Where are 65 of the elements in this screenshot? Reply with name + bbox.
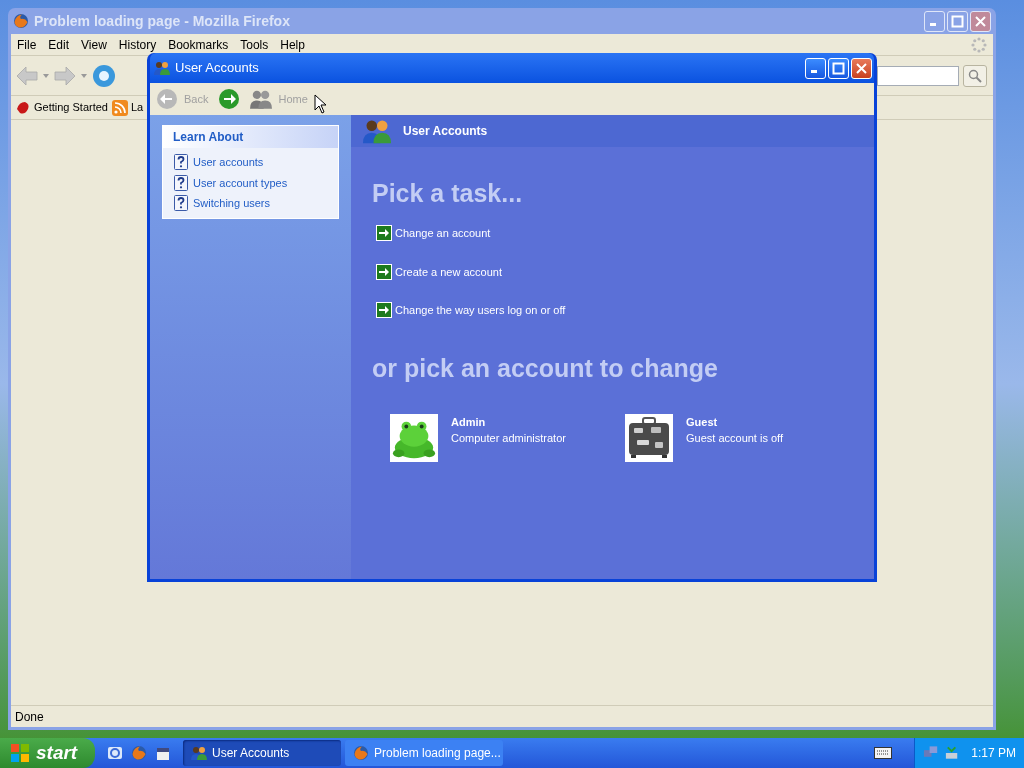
back-icon <box>156 88 178 110</box>
menu-item[interactable]: Tools <box>234 35 275 54</box>
help-link[interactable]: Switching users <box>193 195 271 212</box>
header-title: User Accounts <box>403 123 488 140</box>
help-link[interactable]: User accounts <box>193 154 264 171</box>
menu-item[interactable]: View <box>75 35 113 54</box>
clock: 1:17 PM <box>971 745 1016 762</box>
browser-icon <box>353 745 369 761</box>
start-button[interactable]: start <box>0 738 95 768</box>
maximize-button[interactable] <box>947 10 968 32</box>
dropdown-icon[interactable] <box>43 73 49 78</box>
throbber-icon <box>971 36 987 53</box>
computer-icon <box>944 745 960 761</box>
close-button[interactable] <box>970 10 991 32</box>
menu-item[interactable]: Bookmarks <box>162 35 235 54</box>
task-link[interactable]: Change the way users log on or off <box>395 302 566 319</box>
windows-logo-icon <box>10 743 30 763</box>
close-icon <box>974 14 987 28</box>
feed-icon <box>112 99 128 116</box>
menu-item[interactable]: Help <box>274 35 311 54</box>
status-text: Done <box>15 708 44 726</box>
account-name[interactable]: Admin <box>451 413 566 430</box>
bookmark-link[interactable]: Getting Started <box>34 99 108 116</box>
browser-icon <box>13 13 29 29</box>
minimize-icon <box>930 23 936 26</box>
section-heading: or pick an account to change <box>372 355 719 381</box>
search-icon <box>968 68 982 83</box>
account-type: Guest account is off <box>686 431 784 446</box>
maximize-icon <box>951 14 964 28</box>
bookmark-link[interactable]: La <box>131 99 144 116</box>
forward-icon <box>218 88 241 110</box>
browser-icon <box>131 745 147 761</box>
task-link[interactable]: Create a new account <box>395 263 502 280</box>
help-icon <box>174 174 188 191</box>
users-icon <box>154 60 170 76</box>
account-name[interactable]: Guest <box>686 413 784 430</box>
help-icon <box>174 195 188 212</box>
maximize-icon <box>832 61 845 75</box>
close-icon <box>855 61 868 75</box>
keyboard-icon <box>874 747 892 759</box>
minimize-button[interactable] <box>924 10 945 32</box>
taskbar-button[interactable]: Problem loading page... <box>345 740 503 766</box>
calendar-icon[interactable] <box>155 745 171 761</box>
panel-title: Learn About <box>173 129 244 146</box>
search-button[interactable] <box>963 64 987 87</box>
reload-icon[interactable] <box>91 62 117 89</box>
minimize-icon <box>811 70 817 73</box>
email-icon[interactable] <box>107 745 123 761</box>
search-field[interactable] <box>877 65 959 86</box>
window-title: User Accounts <box>175 59 260 78</box>
dropdown-icon[interactable] <box>81 73 87 78</box>
menu-item[interactable]: History <box>112 35 163 54</box>
menu-item[interactable]: File <box>11 35 43 54</box>
cursor-icon <box>313 94 328 114</box>
help-icon <box>174 154 188 171</box>
help-link[interactable]: User account types <box>193 174 288 191</box>
users-icon <box>250 88 273 110</box>
bookmark-icon <box>15 99 31 116</box>
window-title: Problem loading page - Mozilla Firefox <box>34 11 291 31</box>
account-type: Computer administrator <box>451 431 566 446</box>
section-heading: Pick a task... <box>372 181 524 206</box>
task-link[interactable]: Change an account <box>395 225 491 242</box>
users-icon <box>191 745 207 761</box>
menu-item[interactable]: Edit <box>42 35 76 54</box>
taskbar-button[interactable]: User Accounts <box>183 740 341 766</box>
